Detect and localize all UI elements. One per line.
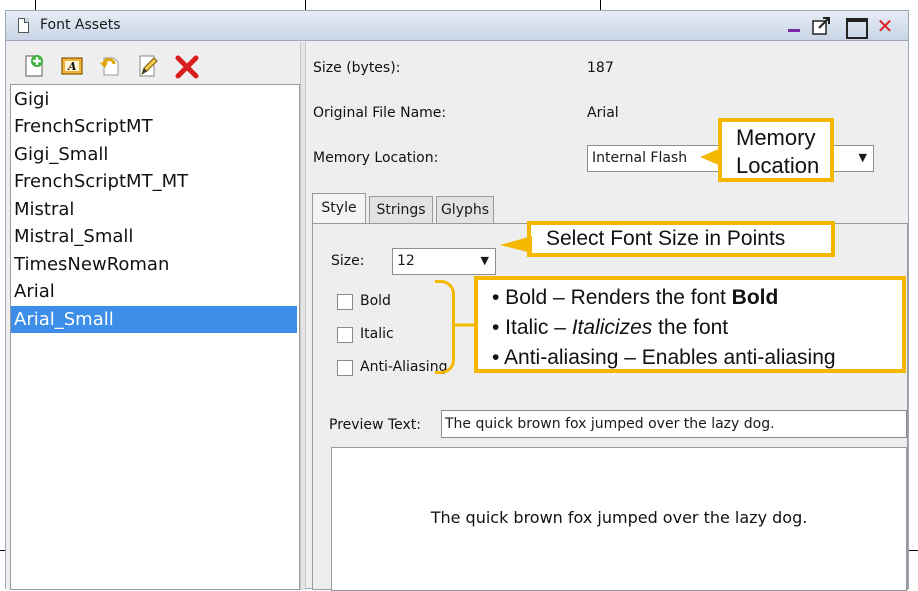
list-item[interactable]: Mistral_Small bbox=[11, 223, 297, 250]
guide-line bbox=[909, 550, 918, 551]
delete-icon[interactable] bbox=[174, 54, 199, 79]
list-item-selected[interactable]: Arial_Small bbox=[11, 306, 297, 333]
list-item[interactable]: Gigi_Small bbox=[11, 141, 297, 168]
callout-arrow bbox=[500, 236, 532, 253]
list-item[interactable]: Arial bbox=[11, 278, 297, 305]
title-bar[interactable]: Font Assets ✕ bbox=[6, 11, 908, 41]
italic-label: Italic bbox=[360, 326, 394, 342]
memory-location-value: Internal Flash bbox=[592, 150, 688, 166]
close-icon[interactable]: ✕ bbox=[874, 16, 896, 36]
toolbar: A bbox=[6, 42, 300, 86]
tab-style[interactable]: Style bbox=[312, 193, 366, 223]
list-item[interactable]: TimesNewRoman bbox=[11, 251, 297, 278]
font-preview-area: The quick brown fox jumped over the lazy… bbox=[331, 447, 907, 591]
list-item[interactable]: Gigi bbox=[11, 86, 297, 113]
callout-arrow bbox=[700, 148, 721, 166]
antialiasing-checkbox[interactable] bbox=[337, 360, 353, 376]
style-options-callout: • Bold – Renders the font Bold • Italic … bbox=[474, 276, 906, 373]
svg-text:A: A bbox=[67, 60, 77, 73]
dock-icon[interactable] bbox=[811, 16, 833, 36]
italic-checkbox[interactable] bbox=[337, 327, 353, 343]
chevron-down-icon: ▼ bbox=[480, 254, 489, 267]
callout-italic-line: • Italic – Italicizes the font bbox=[492, 316, 729, 339]
font-list-panel: A Gigi FrenchScriptMT Gigi_Small FrenchS… bbox=[6, 42, 300, 590]
chevron-down-icon: ▼ bbox=[858, 151, 867, 164]
font-icon[interactable]: A bbox=[60, 54, 84, 78]
document-icon bbox=[18, 18, 29, 33]
maximize-icon[interactable] bbox=[844, 16, 868, 39]
font-size-select[interactable]: 12 ▼ bbox=[392, 248, 496, 275]
list-item[interactable]: FrenchScriptMT bbox=[11, 113, 297, 140]
memory-location-callout: Memory Location bbox=[718, 118, 834, 182]
file-name-value: Arial bbox=[587, 105, 619, 121]
preview-text-input[interactable]: The quick brown fox jumped over the lazy… bbox=[441, 410, 907, 438]
file-name-label: Original File Name: bbox=[313, 105, 447, 121]
window-title: Font Assets bbox=[40, 17, 121, 33]
callout-antialias-line: • Anti-aliasing – Enables anti-aliasing bbox=[492, 346, 836, 369]
callout-text: Location bbox=[736, 153, 820, 178]
size-bytes-label: Size (bytes): bbox=[313, 60, 401, 76]
preview-text-label: Preview Text: bbox=[329, 417, 421, 433]
memory-location-label: Memory Location: bbox=[313, 150, 439, 166]
tab-strings[interactable]: Strings bbox=[369, 196, 433, 223]
list-item[interactable]: Mistral bbox=[11, 196, 297, 223]
minimize-icon[interactable] bbox=[784, 16, 806, 36]
guide-line bbox=[35, 0, 36, 10]
font-size-value: 12 bbox=[397, 253, 415, 269]
font-size-callout: Select Font Size in Points bbox=[527, 221, 835, 257]
bold-label: Bold bbox=[360, 293, 391, 309]
size-bytes-value: 187 bbox=[587, 60, 614, 76]
guide-line bbox=[305, 0, 306, 10]
guide-line bbox=[600, 0, 601, 10]
edit-icon[interactable] bbox=[136, 54, 160, 78]
font-preview-text: The quick brown fox jumped over the lazy… bbox=[430, 508, 808, 527]
font-list[interactable]: Gigi FrenchScriptMT Gigi_Small FrenchScr… bbox=[10, 84, 300, 590]
list-item[interactable]: FrenchScriptMT_MT bbox=[11, 168, 297, 195]
callout-bold-line: • Bold – Renders the font Bold bbox=[492, 286, 779, 309]
callout-text: Select Font Size in Points bbox=[546, 227, 786, 250]
callout-text: Memory bbox=[736, 125, 816, 150]
add-icon[interactable] bbox=[22, 54, 46, 78]
font-size-label: Size: bbox=[331, 253, 365, 269]
undo-icon[interactable] bbox=[98, 54, 122, 78]
preview-text-value: The quick brown fox jumped over the lazy… bbox=[445, 416, 775, 432]
tab-glyphs[interactable]: Glyphs bbox=[436, 196, 494, 223]
bold-checkbox[interactable] bbox=[337, 294, 353, 310]
